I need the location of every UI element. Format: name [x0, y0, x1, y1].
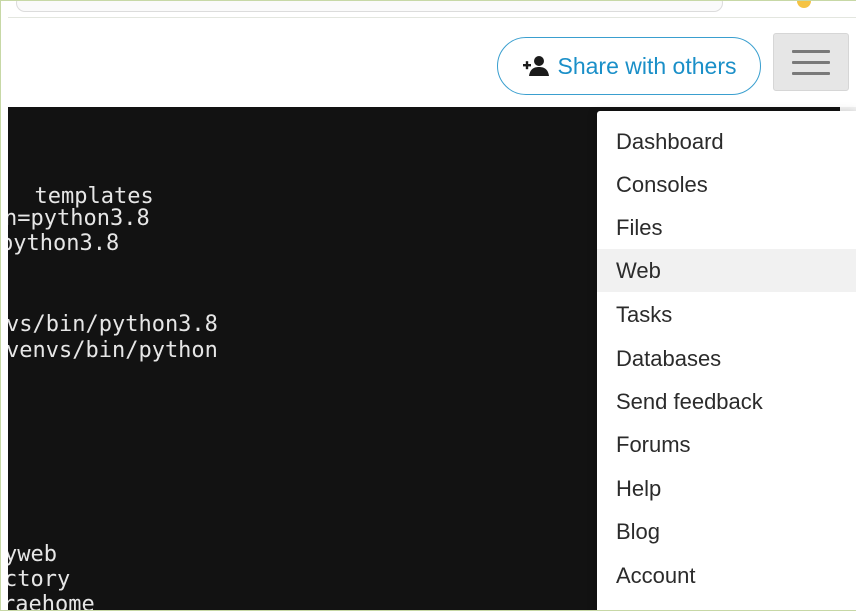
menu-item-send-feedback[interactable]: Send feedback [597, 380, 856, 423]
share-with-others-button[interactable]: Share with others [497, 37, 761, 95]
menu-item-log-out[interactable]: Log out [597, 597, 856, 611]
browser-top-strip [8, 0, 856, 18]
menu-item-dashboard[interactable]: Dashboard [597, 120, 856, 163]
menu-item-blog[interactable]: Blog [597, 510, 856, 553]
console-line: vs/bin/python3.8 [8, 312, 218, 337]
console-line: venvs/bin/python [8, 338, 218, 363]
share-button-label: Share with others [557, 52, 737, 79]
menu-item-databases[interactable]: Databases [597, 337, 856, 380]
menu-item-account[interactable]: Account [597, 554, 856, 597]
hamburger-bar [792, 71, 830, 75]
menu-item-files[interactable]: Files [597, 206, 856, 249]
notification-dot [797, 0, 811, 8]
menu-item-consoles[interactable]: Consoles [597, 163, 856, 206]
hamburger-bar [792, 49, 830, 53]
hamburger-bar [792, 60, 830, 64]
hamburger-menu-button[interactable] [773, 33, 849, 91]
console-line: ctory [8, 567, 71, 592]
page-header: Share with others [8, 18, 856, 106]
menu-item-tasks[interactable]: Tasks [597, 293, 856, 336]
console-line: python3.8 [8, 231, 120, 256]
console-line: raehome [8, 592, 95, 611]
console-line: yweb [8, 542, 57, 567]
menu-item-web[interactable]: Web [597, 249, 856, 292]
menu-item-help[interactable]: Help [597, 467, 856, 510]
add-person-icon [522, 56, 549, 76]
menu-item-forums[interactable]: Forums [597, 423, 856, 466]
top-bar-pill [16, 0, 723, 12]
navigation-dropdown-menu: Dashboard Consoles Files Web Tasks Datab… [597, 111, 856, 611]
console-line: n=python3.8 [8, 206, 150, 231]
